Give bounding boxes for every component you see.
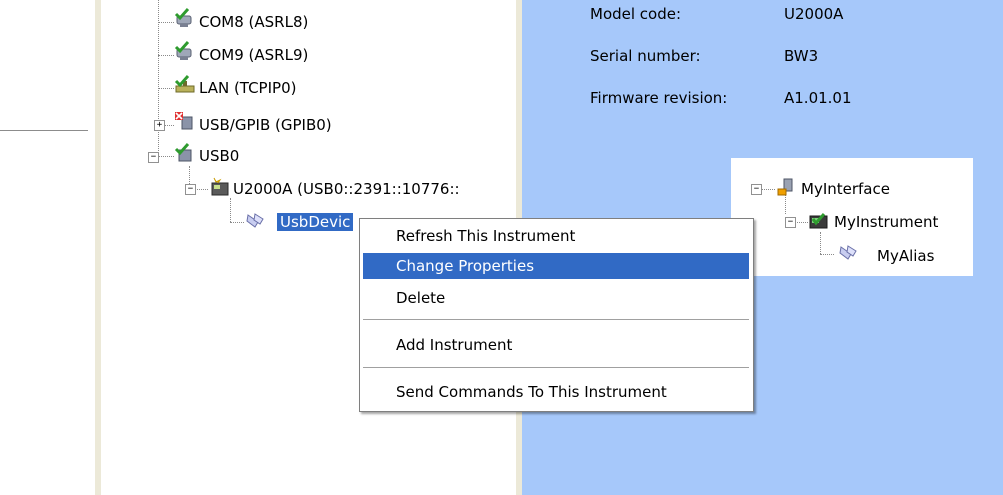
menu-item-send-commands[interactable]: Send Commands To This Instrument [363,379,749,405]
firmware-revision-value: A1.01.01 [784,89,852,107]
menu-item-change-properties[interactable]: Change Properties [363,253,749,279]
serial-port-icon [174,41,192,60]
serial-number-value: BW3 [784,47,819,65]
tree-connector [794,222,808,223]
model-code-value: U2000A [784,5,844,23]
menu-item-add-instrument[interactable]: Add Instrument [363,332,749,358]
tree-connector [820,232,821,254]
menu-separator [363,319,749,321]
left-divider-line [0,130,88,131]
instrument-icon [211,177,229,196]
tree-connector [158,0,159,155]
menu-separator [363,367,749,369]
tree-connector [761,189,775,190]
gpib-error-icon [175,112,193,130]
tree-connector [785,194,786,214]
collapse-icon[interactable]: − [785,217,796,228]
menu-item-delete[interactable]: Delete [363,285,749,311]
firmware-revision-label: Firmware revision: [590,89,728,107]
tree-item-lan[interactable]: LAN (TCPIP0) [199,78,296,98]
usb-interface-icon [174,143,192,162]
serial-port-icon [174,8,192,27]
tree-item-u2000a[interactable]: U2000A (USB0::2391::10776:: [233,179,460,199]
mini-tree-myinstrument[interactable]: MyInstrument [834,212,938,232]
tree-connector [820,254,834,255]
alias-icon [839,245,857,260]
instrument-icon [809,213,828,229]
menu-item-refresh-instrument[interactable]: Refresh This Instrument [363,223,749,249]
tree-item-com9[interactable]: COM9 (ASRL9) [199,45,308,65]
tree-item-usb-gpib[interactable]: USB/GPIB (GPIB0) [199,115,332,135]
alias-icon [246,213,264,228]
serial-number-label: Serial number: [590,47,701,65]
tree-item-usb0[interactable]: USB0 [199,146,239,166]
tree-connector [230,222,244,223]
lan-icon [174,75,195,93]
collapse-icon[interactable]: − [751,184,762,195]
collapse-icon[interactable]: − [148,152,159,163]
tree-item-usbdevice-selected[interactable]: UsbDevic [277,212,354,232]
interface-icon [777,178,793,196]
collapse-icon[interactable]: − [185,184,196,195]
tree-connector [158,22,174,23]
tree-connector [230,198,231,222]
tree-connector [194,189,208,190]
expand-icon[interactable]: + [154,120,165,131]
tree-connector [158,55,174,56]
mini-tree-myalias[interactable]: MyAlias [877,246,934,266]
context-menu: Refresh This Instrument Change Propertie… [359,218,754,412]
tree-item-com8[interactable]: COM8 (ASRL8) [199,12,308,32]
mini-tree-myinterface[interactable]: MyInterface [801,179,890,199]
tree-connector [158,156,174,157]
model-code-label: Model code: [590,5,682,23]
tree-connector [158,88,174,89]
